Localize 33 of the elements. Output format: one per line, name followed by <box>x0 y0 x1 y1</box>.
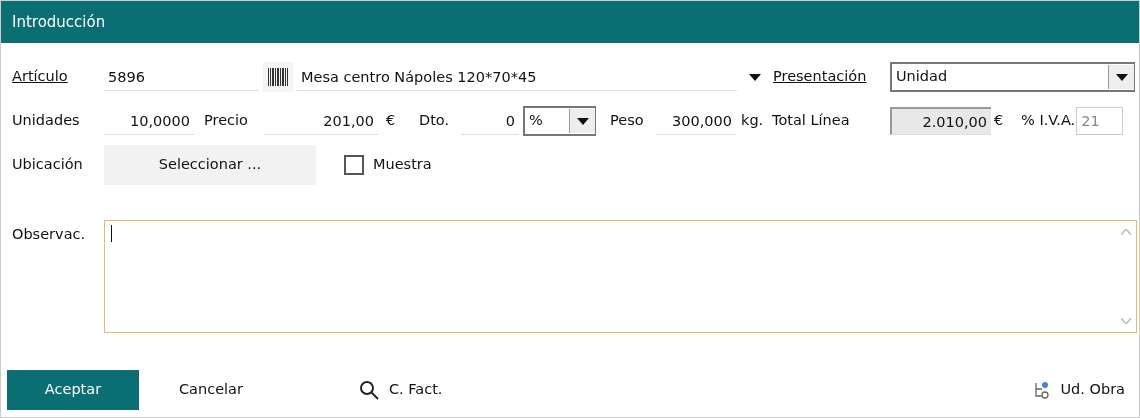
sample-checkbox[interactable] <box>344 155 364 175</box>
article-link[interactable]: Artículo <box>12 66 104 88</box>
vat-label: % I.V.A. <box>1021 111 1076 131</box>
total-field[interactable]: 2.010,00 <box>890 107 991 135</box>
barcode-icon[interactable] <box>268 68 288 86</box>
field-label: Precio <box>204 111 249 131</box>
field-label: Observac. <box>12 225 87 244</box>
dropdown-caret-icon[interactable] <box>749 73 761 81</box>
caret-icon <box>1115 73 1128 81</box>
hierarchy-icon <box>1032 381 1051 399</box>
checkbox-label: Muestra <box>373 155 432 175</box>
work-units-button[interactable]: Ud. Obra <box>1026 370 1131 410</box>
currency-label: € <box>994 111 1005 131</box>
invoice-search-button[interactable]: C. Fact. <box>352 370 449 410</box>
cancel-button[interactable]: Cancelar <box>169 370 253 410</box>
window-title: Introducción <box>1 1 1139 43</box>
dropdown-button[interactable] <box>1108 65 1134 89</box>
text-cursor <box>111 225 112 242</box>
unit-label: kg. <box>741 111 765 131</box>
accept-button[interactable]: Aceptar <box>7 370 139 410</box>
search-icon <box>358 380 379 400</box>
field-label: Dto. <box>419 111 451 131</box>
discount-type-select[interactable]: % <box>523 106 596 136</box>
currency-label: € <box>386 111 397 131</box>
presentation-link[interactable]: Presentación <box>773 66 890 88</box>
dropdown-button[interactable] <box>569 109 595 133</box>
presentation-select[interactable]: Unidad <box>890 62 1135 92</box>
field-label: Total Línea <box>772 111 851 131</box>
field-label: Peso <box>610 111 645 131</box>
caret-icon <box>576 117 589 125</box>
field-label: Ubicación <box>12 155 84 175</box>
select-location-button[interactable]: Seleccionar ... <box>104 145 316 185</box>
field-label: Unidades <box>12 111 81 131</box>
